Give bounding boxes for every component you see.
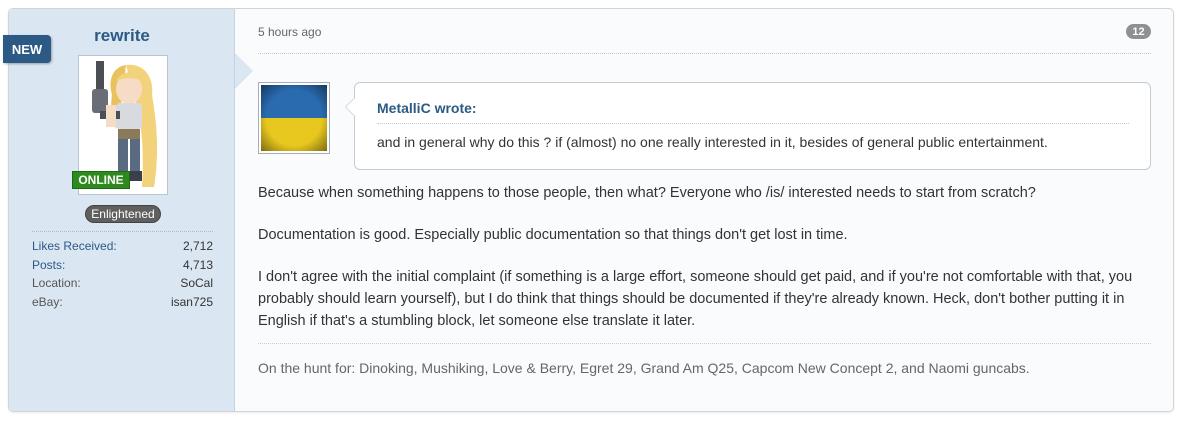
sidebar-pointer [235, 53, 253, 89]
stat-value[interactable]: 4,713 [183, 256, 213, 275]
stat-ebay: eBay: isan725 [32, 293, 213, 312]
user-stats: Likes Received: 2,712 Posts: 4,713 Locat… [32, 237, 213, 311]
user-signature: On the hunt for: Dinoking, Mushiking, Lo… [258, 360, 1030, 376]
post-body: Because when something happens to those … [258, 182, 1151, 352]
post-paragraph: Documentation is good. Especially public… [258, 227, 848, 243]
stat-value[interactable]: SoCal [180, 274, 213, 293]
stat-label: Location: [32, 276, 81, 290]
stat-location: Location: SoCal [32, 274, 213, 293]
sidebar-divider [32, 231, 213, 232]
stat-label[interactable]: Posts: [32, 256, 65, 275]
message-post: NEW rewrite ONLINE Enlightened Likes Rec… [3, 8, 1174, 412]
post-paragraph: Because when something happens to those … [258, 185, 1036, 201]
quote-author-link[interactable]: MetalliC wrote: [377, 100, 477, 116]
user-sidebar: rewrite ONLINE Enlightened Likes Receive… [9, 9, 235, 411]
post-number-badge[interactable]: 12 [1126, 24, 1151, 39]
user-rank-badge: Enlightened [85, 205, 161, 223]
stat-value: isan725 [170, 294, 213, 309]
quote-user-avatar[interactable] [258, 82, 330, 154]
post-timestamp[interactable]: 5 hours ago [258, 25, 321, 39]
quote-divider [377, 123, 1129, 124]
quote-block: MetalliC wrote: and in general why do th… [345, 82, 1151, 170]
post-content: 5 hours ago 12 MetalliC wrote: and in ge… [258, 9, 1151, 411]
online-status-badge: ONLINE [72, 171, 130, 189]
signature-divider [258, 343, 1151, 344]
post-paragraph: I don't agree with the initial complaint… [258, 269, 1133, 329]
new-post-badge: NEW [3, 35, 51, 63]
stat-label[interactable]: Likes Received: [32, 237, 117, 256]
stat-value: 2,712 [182, 239, 213, 253]
stat-posts: Posts: 4,713 [32, 256, 213, 275]
stat-label: eBay: [32, 294, 63, 309]
ukraine-flag-avatar-icon [261, 85, 327, 151]
header-divider [258, 53, 1151, 54]
quote-text: and in general why do this ? if (almost)… [377, 134, 1048, 150]
stat-likes-received: Likes Received: 2,712 [32, 237, 213, 256]
